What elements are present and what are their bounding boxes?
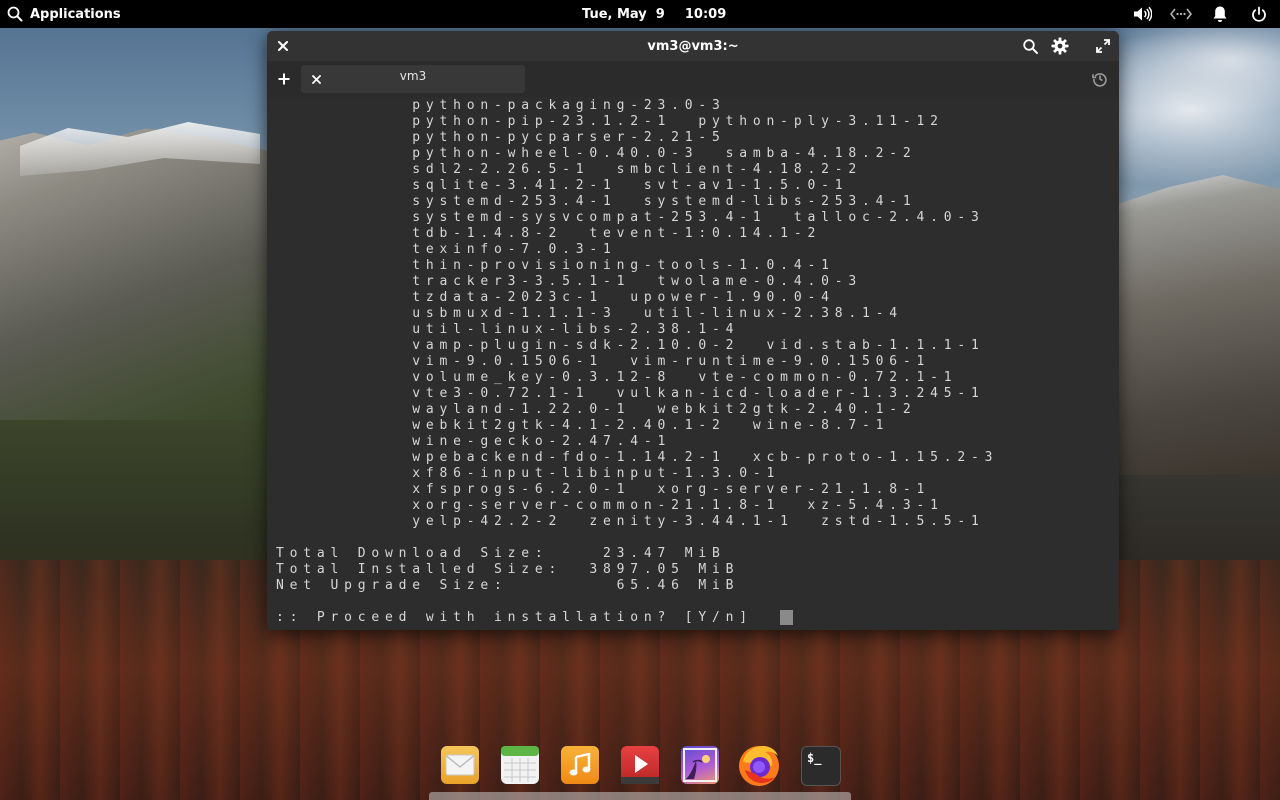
terminal-output-line: volume_key-0.3.12-8 vte-common-0.72.1-1 xyxy=(276,370,958,385)
terminal-output-line: python-packaging-23.0-3 xyxy=(276,98,726,113)
terminal-output-line: :: Proceed with installation? [Y/n] xyxy=(276,610,767,625)
terminal-cursor xyxy=(780,610,793,625)
terminal-output-line: util-linux-libs-2.38.1-4 xyxy=(276,322,740,337)
clock-button[interactable]: Tue, May 9 10:09 xyxy=(582,0,726,28)
dock-item-music[interactable] xyxy=(561,746,599,784)
terminal-output-line: thin-provisioning-tools-1.0.4-1 xyxy=(276,258,835,273)
svg-text:$_: $_ xyxy=(807,751,822,766)
terminal-output-line: vte3-0.72.1-1 vulkan-icd-loader-1.3.245-… xyxy=(276,386,985,401)
terminal-output-line: sdl2-2.26.5-1 smbclient-4.18.2-2 xyxy=(276,162,862,177)
terminal-output[interactable]: python-packaging-23.0-3 python-pip-23.1.… xyxy=(267,97,1119,630)
terminal-tabbar: vm3 xyxy=(267,61,1119,97)
window-title: vm3@vm3:~ xyxy=(647,38,739,54)
top-panel: Applications Tue, May 9 10:09 xyxy=(0,0,1280,28)
terminal-settings-button[interactable] xyxy=(1050,36,1070,56)
notification-icon[interactable] xyxy=(1209,3,1231,25)
gear-icon xyxy=(1051,37,1069,55)
history-icon xyxy=(1092,73,1107,87)
terminal-output-line: Total Installed Size: 3897.05 MiB xyxy=(276,562,740,577)
dock-item-mail[interactable] xyxy=(441,746,479,784)
volume-icon[interactable] xyxy=(1131,3,1153,25)
terminal-output-line: texinfo-7.0.3-1 xyxy=(276,242,617,257)
tab-label: vm3 xyxy=(399,69,427,83)
system-indicators xyxy=(1114,0,1270,28)
tab-vm3[interactable]: vm3 xyxy=(301,65,525,93)
terminal-output-line: wayland-1.22.0-1 webkit2gtk-2.40.1-2 xyxy=(276,402,917,417)
network-icon[interactable] xyxy=(1170,3,1192,25)
terminal-output-line: wpebackend-fdo-1.14.2-1 xcb-proto-1.15.2… xyxy=(276,450,999,465)
dock-item-calendar[interactable] xyxy=(501,746,539,784)
dock-item-firefox[interactable] xyxy=(735,740,783,788)
terminal-output-line: wine-gecko-2.47.4-1 xyxy=(276,434,672,449)
clock-date: Tue, May 9 xyxy=(582,6,665,22)
terminal-output-line: python-pip-23.1.2-1 python-ply-3.11-12 xyxy=(276,114,944,129)
dock-item-videos[interactable] xyxy=(621,746,659,784)
power-icon[interactable] xyxy=(1248,3,1270,25)
fullscreen-button[interactable] xyxy=(1093,36,1113,56)
search-icon xyxy=(1022,38,1038,54)
terminal-output-line: vamp-plugin-sdk-2.10.0-2 vid.stab-1.1.1-… xyxy=(276,338,985,353)
dock-item-terminal[interactable]: $_ xyxy=(801,746,841,786)
mail-icon xyxy=(445,754,475,776)
terminal-output-line: xf86-input-libinput-1.3.0-1 xyxy=(276,466,781,481)
plus-icon xyxy=(278,73,290,85)
music-note-icon xyxy=(569,753,591,776)
terminal-output-line: python-wheel-0.40.0-3 samba-4.18.2-2 xyxy=(276,146,917,161)
terminal-output-line: systemd-253.4-1 systemd-libs-253.4-1 xyxy=(276,194,917,209)
terminal-output-line: tzdata-2023c-1 upower-1.90.0-4 xyxy=(276,290,835,305)
play-icon xyxy=(621,755,659,784)
terminal-icon: $_ xyxy=(807,751,822,766)
dock-item-photos[interactable] xyxy=(681,746,719,784)
photos-icon xyxy=(683,748,717,782)
terminal-output-line: tracker3-3.5.1-1 twolame-0.4.0-3 xyxy=(276,274,862,289)
tab-close-button[interactable] xyxy=(309,72,323,86)
search-icon xyxy=(7,6,23,22)
terminal-output-line: vim-9.0.1506-1 vim-runtime-9.0.1506-1 xyxy=(276,354,931,369)
close-icon xyxy=(278,41,288,51)
wallpaper-mountain-right xyxy=(1115,175,1280,475)
dock-bottom-bar xyxy=(429,792,851,800)
fullscreen-icon xyxy=(1096,39,1110,53)
tab-history-button[interactable] xyxy=(1091,70,1109,88)
terminal-titlebar[interactable]: vm3@vm3:~ xyxy=(267,31,1119,61)
terminal-output-line: xfsprogs-6.2.0-1 xorg-server-21.1.8-1 xyxy=(276,482,931,497)
terminal-output-line: tdb-1.4.8-2 tevent-1:0.14.1-2 xyxy=(276,226,822,241)
terminal-output-line: python-pycparser-2.21-5 xyxy=(276,130,726,145)
terminal-output-line: Net Upgrade Size: 65.46 MiB xyxy=(276,578,740,593)
close-icon xyxy=(311,74,321,84)
terminal-output-line: yelp-42.2-2 zenity-3.44.1-1 zstd-1.5.5-1 xyxy=(276,514,985,529)
terminal-output-line: xorg-server-common-21.1.8-1 xz-5.4.3-1 xyxy=(276,498,944,513)
terminal-output-line: sqlite-3.41.2-1 svt-av1-1.5.0-1 xyxy=(276,178,849,193)
applications-label: Applications xyxy=(30,6,121,22)
applications-menu-button[interactable]: Applications xyxy=(6,0,121,28)
clock-time: 10:09 xyxy=(684,6,727,22)
dock: $_ xyxy=(430,738,850,794)
terminal-search-button[interactable] xyxy=(1020,36,1040,56)
calendar-icon xyxy=(501,746,539,782)
terminal-window: vm3@vm3:~ vm3 python-packaging-23.0-3 py… xyxy=(267,31,1119,630)
terminal-output-line: Total Download Size: 23.47 MiB xyxy=(276,546,726,561)
window-close-button[interactable] xyxy=(275,38,291,54)
terminal-output-line: usbmuxd-1.1.1-3 util-linux-2.38.1-4 xyxy=(276,306,903,321)
terminal-output-line: webkit2gtk-4.1-2.40.1-2 wine-8.7-1 xyxy=(276,418,890,433)
firefox-icon xyxy=(739,746,779,786)
new-tab-button[interactable] xyxy=(275,70,293,88)
terminal-output-line: systemd-sysvcompat-253.4-1 talloc-2.4.0-… xyxy=(276,210,985,225)
